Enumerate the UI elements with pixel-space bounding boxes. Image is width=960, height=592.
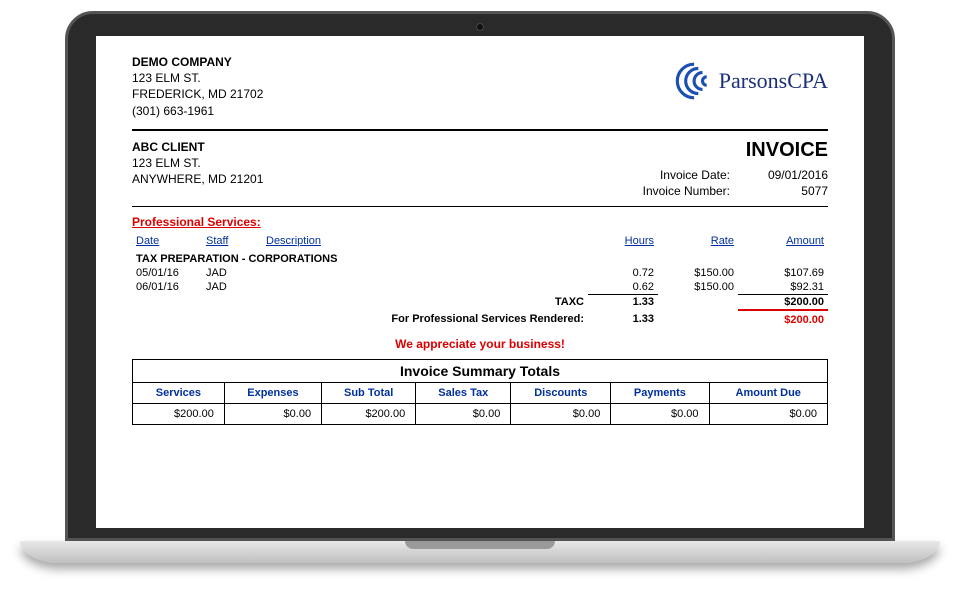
summary-val-payments: $0.00 <box>611 403 709 424</box>
summary-val-amountdue: $0.00 <box>709 403 828 424</box>
summary-val-subtotal: $200.00 <box>322 403 416 424</box>
services-subtotal-row: TAXC 1.33 $200.00 <box>132 294 828 310</box>
invoice-title: INVOICE <box>620 139 828 162</box>
company-logo: ParsonsCPA <box>671 60 828 102</box>
summary-col-salestax: Sales Tax <box>416 382 511 403</box>
col-amount: Amount <box>738 233 828 249</box>
divider <box>132 206 828 207</box>
invoice-date-value: 09/01/2016 <box>748 168 828 182</box>
invoice-number-label: Invoice Number: <box>620 184 730 198</box>
services-section-title: Professional Services: <box>132 215 828 229</box>
invoice-number-value: 5077 <box>748 184 828 198</box>
summary-val-salestax: $0.00 <box>416 403 511 424</box>
summary-col-discounts: Discounts <box>511 382 611 403</box>
cell-staff: JAD <box>202 280 262 295</box>
summary-col-services: Services <box>133 382 225 403</box>
cell-rate: $150.00 <box>658 266 738 280</box>
services-row: 05/01/16 JAD 0.72 $150.00 $107.69 <box>132 266 828 280</box>
divider <box>132 129 828 131</box>
summary-header-row: Services Expenses Sub Total Sales Tax Di… <box>133 382 828 403</box>
logo-text: ParsonsCPA <box>719 68 828 94</box>
appreciation-message: We appreciate your business! <box>132 337 828 351</box>
col-rate: Rate <box>658 233 738 249</box>
cell-date: 05/01/16 <box>132 266 202 280</box>
laptop-frame: DEMO COMPANY 123 ELM ST. FREDERICK, MD 2… <box>20 11 940 581</box>
subtotal-hours: 1.33 <box>588 294 658 310</box>
summary-col-expenses: Expenses <box>224 382 321 403</box>
company-citystatezip: FREDERICK, MD 21702 <box>132 86 263 102</box>
col-staff: Staff <box>202 233 262 249</box>
screen: DEMO COMPANY 123 ELM ST. FREDERICK, MD 2… <box>96 36 864 528</box>
cell-date: 06/01/16 <box>132 280 202 295</box>
laptop-lid: DEMO COMPANY 123 ELM ST. FREDERICK, MD 2… <box>65 11 895 541</box>
client-citystatezip: ANYWHERE, MD 21201 <box>132 171 263 187</box>
invoice-document: DEMO COMPANY 123 ELM ST. FREDERICK, MD 2… <box>96 36 864 425</box>
invoice-heading: INVOICE Invoice Date: 09/01/2016 Invoice… <box>620 139 828 200</box>
services-header-row: Date Staff Description Hours Rate Amount <box>132 233 828 249</box>
client-invoice-row: ABC CLIENT 123 ELM ST. ANYWHERE, MD 2120… <box>132 139 828 200</box>
services-group-row: TAX PREPARATION - CORPORATIONS <box>132 249 828 266</box>
grand-amount: $200.00 <box>738 310 828 327</box>
summary-val-discounts: $0.00 <box>511 403 611 424</box>
grand-hours: 1.33 <box>588 310 658 327</box>
summary-caption: Invoice Summary Totals <box>132 359 828 382</box>
company-block: DEMO COMPANY 123 ELM ST. FREDERICK, MD 2… <box>132 54 263 119</box>
client-street: 123 ELM ST. <box>132 155 263 171</box>
document-header: DEMO COMPANY 123 ELM ST. FREDERICK, MD 2… <box>132 54 828 119</box>
services-table: Date Staff Description Hours Rate Amount… <box>132 233 828 327</box>
logo-arc-icon <box>671 60 713 102</box>
grand-label: For Professional Services Rendered: <box>132 310 588 327</box>
services-group-label: TAX PREPARATION - CORPORATIONS <box>132 249 828 266</box>
col-description: Description <box>262 233 588 249</box>
company-phone: (301) 663-1961 <box>132 103 263 119</box>
cell-desc <box>262 280 588 295</box>
client-block: ABC CLIENT 123 ELM ST. ANYWHERE, MD 2120… <box>132 139 263 200</box>
summary-col-subtotal: Sub Total <box>322 382 416 403</box>
company-street: 123 ELM ST. <box>132 70 263 86</box>
col-date: Date <box>132 233 202 249</box>
cell-staff: JAD <box>202 266 262 280</box>
services-row: 06/01/16 JAD 0.62 $150.00 $92.31 <box>132 280 828 295</box>
cell-amount: $107.69 <box>738 266 828 280</box>
summary-col-payments: Payments <box>611 382 709 403</box>
services-grand-row: For Professional Services Rendered: 1.33… <box>132 310 828 327</box>
cell-desc <box>262 266 588 280</box>
company-name: DEMO COMPANY <box>132 54 263 70</box>
invoice-date-label: Invoice Date: <box>620 168 730 182</box>
cell-amount: $92.31 <box>738 280 828 295</box>
laptop-base <box>20 541 940 563</box>
subtotal-amount: $200.00 <box>738 294 828 310</box>
summary-col-amountdue: Amount Due <box>709 382 828 403</box>
cell-rate: $150.00 <box>658 280 738 295</box>
summary-val-services: $200.00 <box>133 403 225 424</box>
cell-hours: 0.62 <box>588 280 658 295</box>
camera-icon <box>476 23 484 31</box>
summary-value-row: $200.00 $0.00 $200.00 $0.00 $0.00 $0.00 … <box>133 403 828 424</box>
summary-table: Invoice Summary Totals Services Expenses… <box>132 359 828 425</box>
summary-val-expenses: $0.00 <box>224 403 321 424</box>
cell-hours: 0.72 <box>588 266 658 280</box>
col-hours: Hours <box>588 233 658 249</box>
client-name: ABC CLIENT <box>132 139 263 155</box>
subtotal-label: TAXC <box>132 294 588 310</box>
